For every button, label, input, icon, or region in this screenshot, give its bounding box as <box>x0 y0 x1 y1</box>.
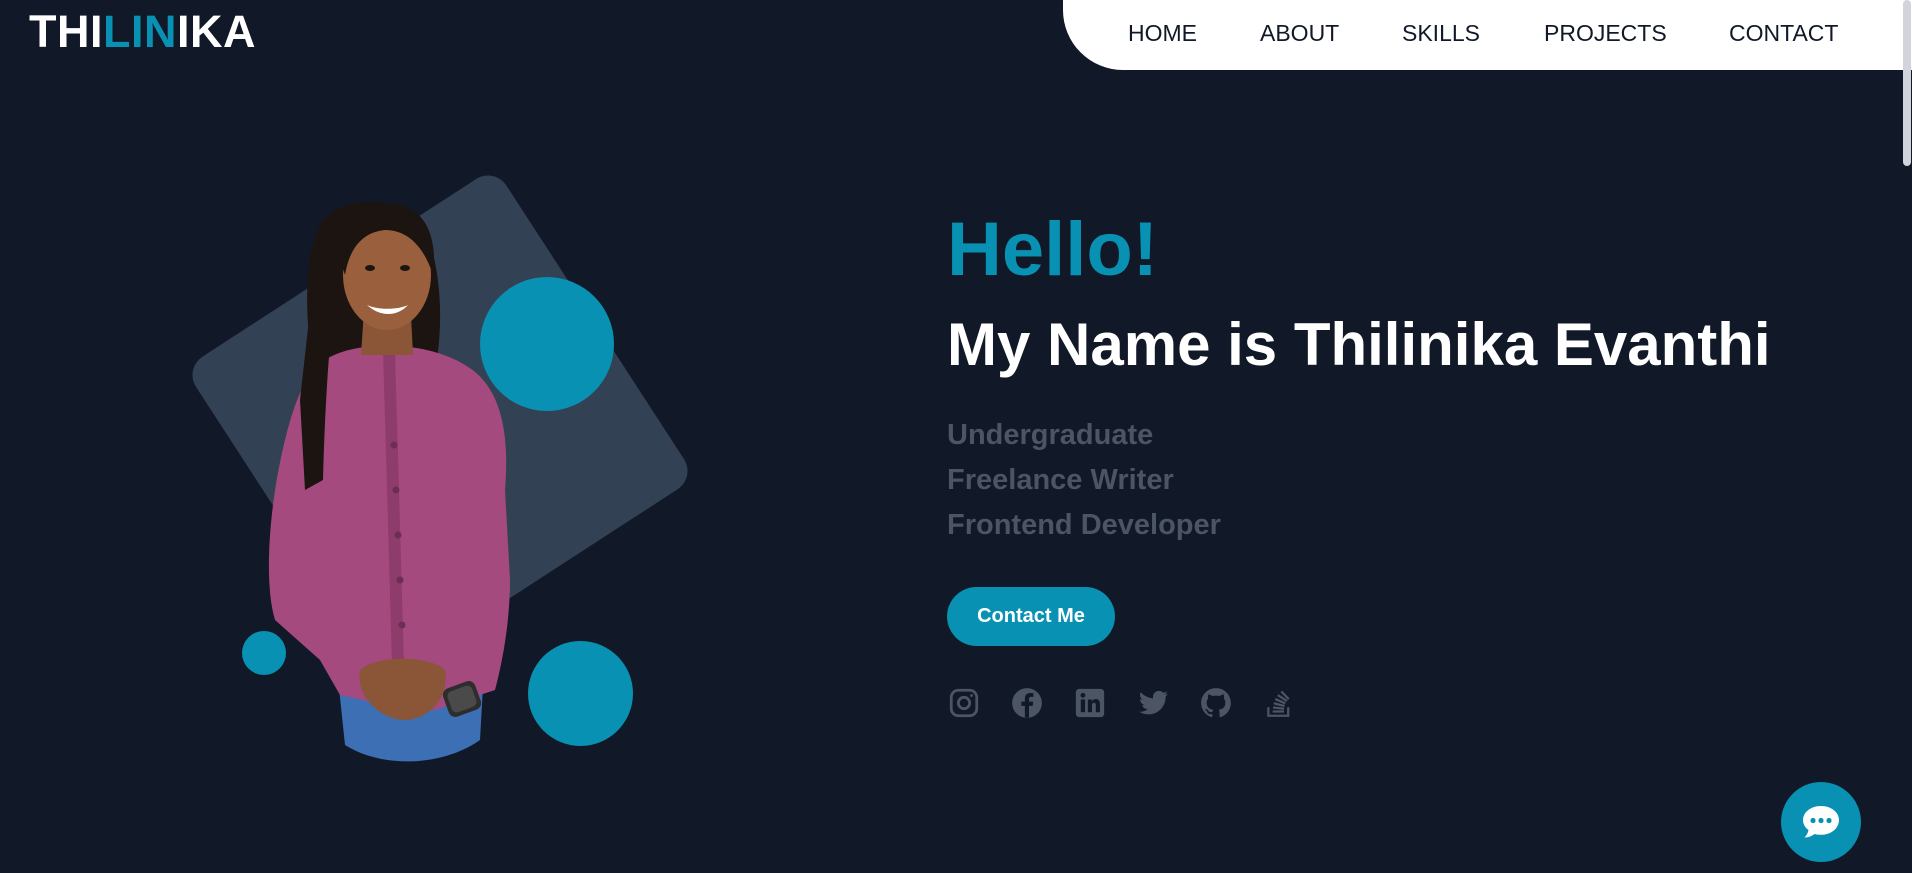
greeting-heading: Hello! <box>947 207 1159 292</box>
facebook-icon[interactable] <box>1010 686 1044 720</box>
logo-part-1: THI <box>29 6 103 57</box>
scrollbar-thumb[interactable] <box>1903 0 1911 166</box>
nav-skills[interactable]: SKILLS <box>1402 20 1480 47</box>
twitter-icon[interactable] <box>1136 686 1170 720</box>
stackoverflow-icon[interactable] <box>1262 686 1296 720</box>
role-item: Freelance Writer <box>947 464 1174 496</box>
chat-button[interactable] <box>1781 782 1861 862</box>
logo-part-3: IKA <box>177 6 256 57</box>
page-scrollbar[interactable] <box>1900 0 1912 873</box>
portrait-photo <box>268 201 510 762</box>
logo-part-2: LIN <box>103 6 177 57</box>
github-icon[interactable] <box>1199 686 1233 720</box>
name-heading: My Name is Thilinika Evanthi <box>947 311 1771 378</box>
main-nav: HOME ABOUT SKILLS PROJECTS CONTACT <box>1063 0 1912 70</box>
role-item: Undergraduate <box>947 419 1154 451</box>
instagram-icon[interactable] <box>947 686 981 720</box>
nav-projects[interactable]: PROJECTS <box>1544 20 1667 47</box>
nav-home[interactable]: HOME <box>1128 20 1197 47</box>
linkedin-icon[interactable] <box>1073 686 1107 720</box>
nav-contact[interactable]: CONTACT <box>1729 20 1838 47</box>
contact-me-button[interactable]: Contact Me <box>947 587 1115 646</box>
chat-bubble-icon <box>1803 806 1839 838</box>
nav-about[interactable]: ABOUT <box>1260 20 1339 47</box>
role-item: Frontend Developer <box>947 509 1221 541</box>
site-logo[interactable]: THILINIKA <box>29 8 256 56</box>
roles-list: Undergraduate Freelance Writer Frontend … <box>947 413 1221 548</box>
social-links <box>947 686 1296 720</box>
